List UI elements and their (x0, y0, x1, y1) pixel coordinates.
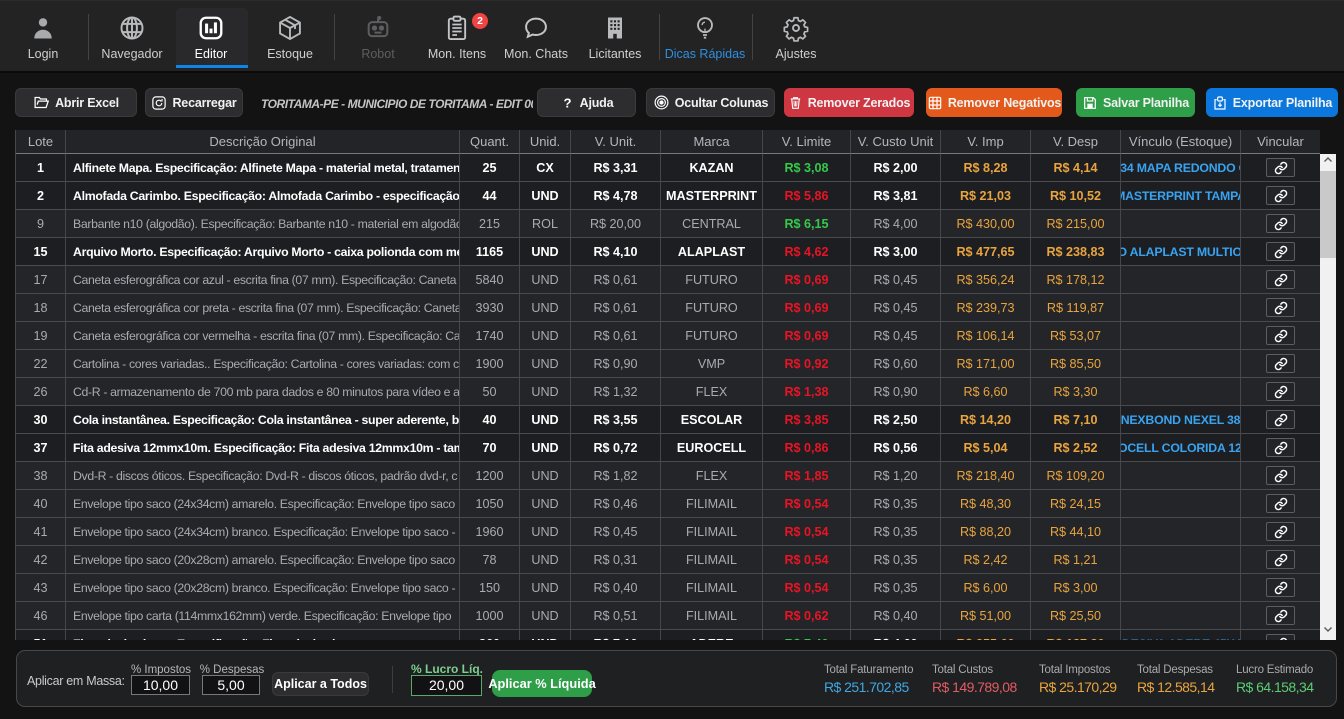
svg-text:?: ? (563, 95, 571, 110)
